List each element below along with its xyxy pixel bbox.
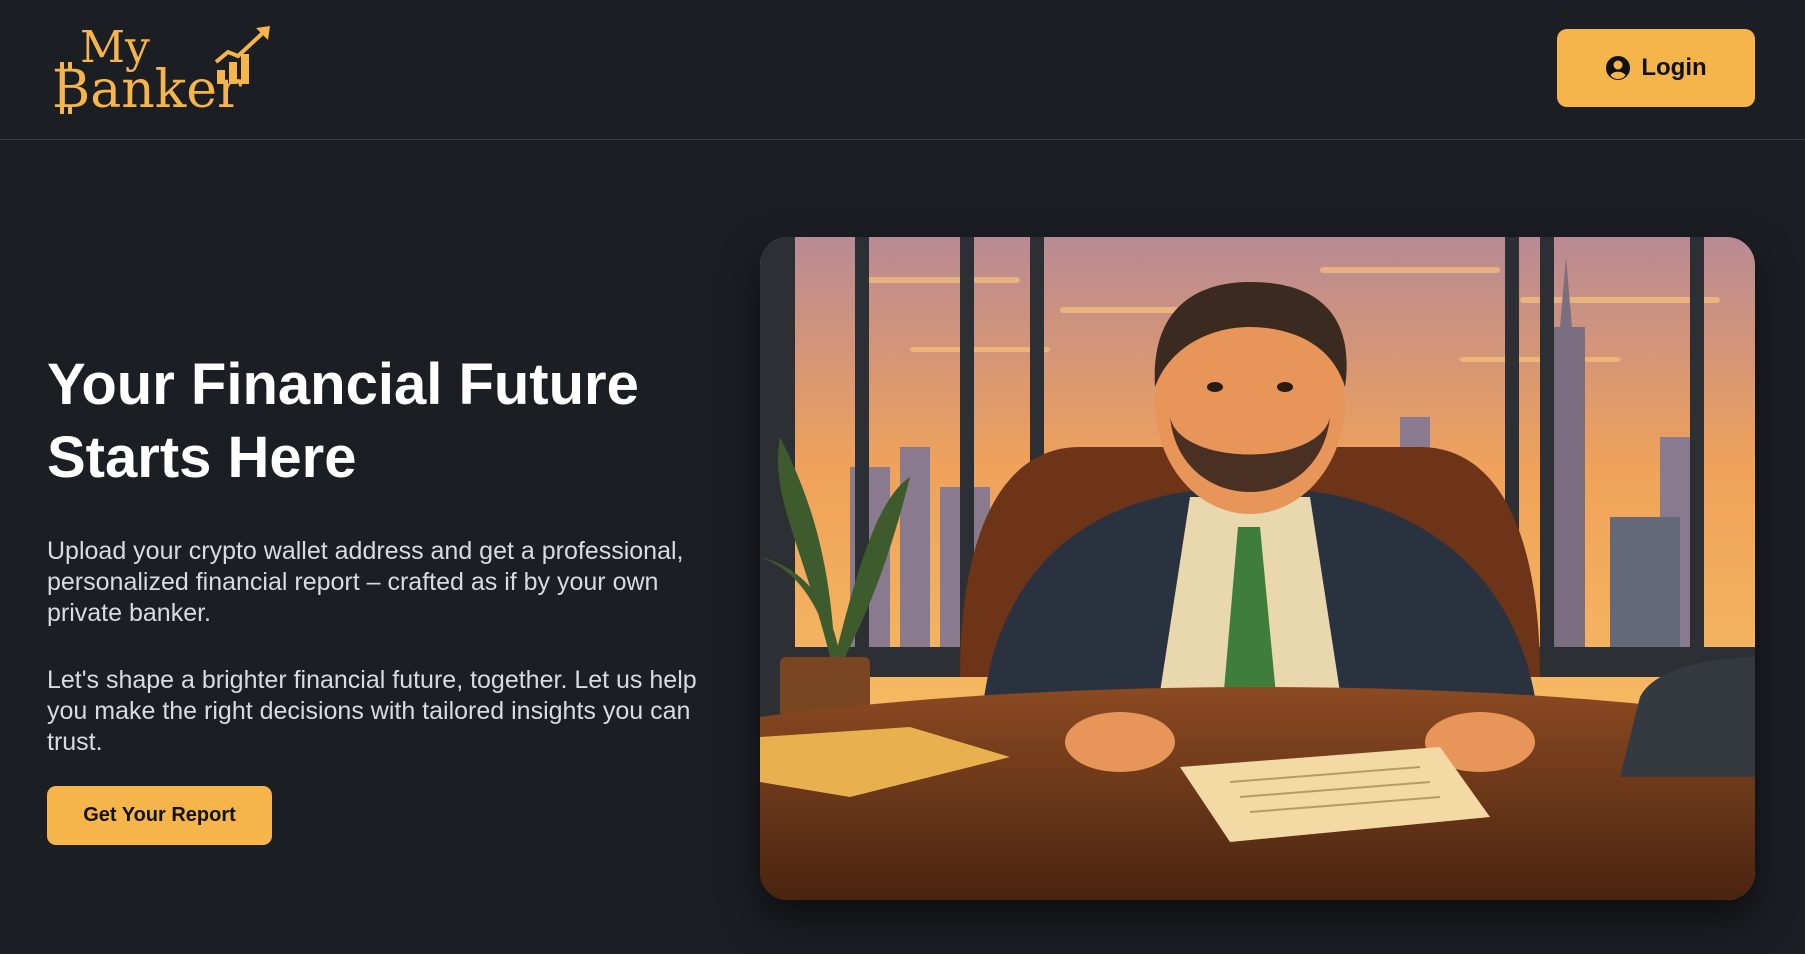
login-button[interactable]: Login: [1557, 29, 1755, 107]
get-report-button[interactable]: Get Your Report: [47, 786, 272, 845]
logo-line2: Banker: [52, 60, 242, 114]
mybanker-logo[interactable]: My Banker: [52, 22, 277, 114]
hero-title-line1: Your Financial Future: [47, 352, 639, 417]
hero-title-line2: Starts Here: [47, 425, 357, 490]
logo-mark-icon: My Banker: [52, 22, 270, 114]
user-circle-icon: [1606, 56, 1631, 80]
hero-paragraph-2: Let's shape a brighter financial future,…: [47, 666, 697, 756]
hero-paragraph-1: Upload your crypto wallet address and ge…: [47, 537, 684, 627]
banker-office-illustration: [760, 237, 1755, 900]
hero-text: Your Financial Future Starts Here Upload…: [47, 348, 727, 758]
hero-title: Your Financial Future Starts Here: [47, 348, 727, 494]
site-header: My Banker Login: [0, 0, 1805, 140]
login-label: Login: [1641, 54, 1707, 81]
